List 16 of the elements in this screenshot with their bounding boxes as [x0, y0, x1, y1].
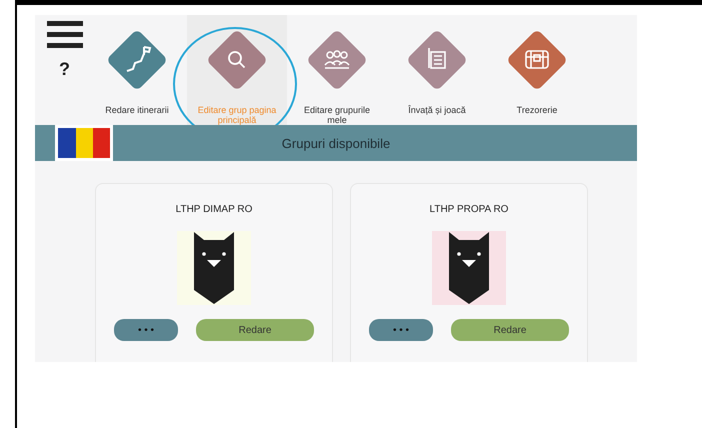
- play-button[interactable]: Redare: [196, 319, 314, 341]
- nav-item[interactable]: Trezorerie: [487, 15, 587, 125]
- nav-item[interactable]: Învață și joacă: [387, 15, 487, 125]
- flag-icon[interactable]: [55, 125, 113, 161]
- group-title: LTHP DIMAP RO: [176, 204, 252, 215]
- play-button[interactable]: Redare: [451, 319, 569, 341]
- more-button[interactable]: • • •: [114, 319, 178, 341]
- nav-item[interactable]: Editare grupurile mele: [287, 15, 387, 125]
- cat-icon: [194, 232, 234, 304]
- menu-icon[interactable]: [46, 21, 82, 49]
- cat-icon: [449, 232, 489, 304]
- nav-item[interactable]: Redare itinerarii: [87, 15, 187, 125]
- more-button[interactable]: • • •: [369, 319, 433, 341]
- section-title: Grupuri disponibile: [280, 136, 392, 150]
- help-button[interactable]: ?: [59, 59, 70, 80]
- group-title: LTHP PROPA RO: [430, 204, 508, 215]
